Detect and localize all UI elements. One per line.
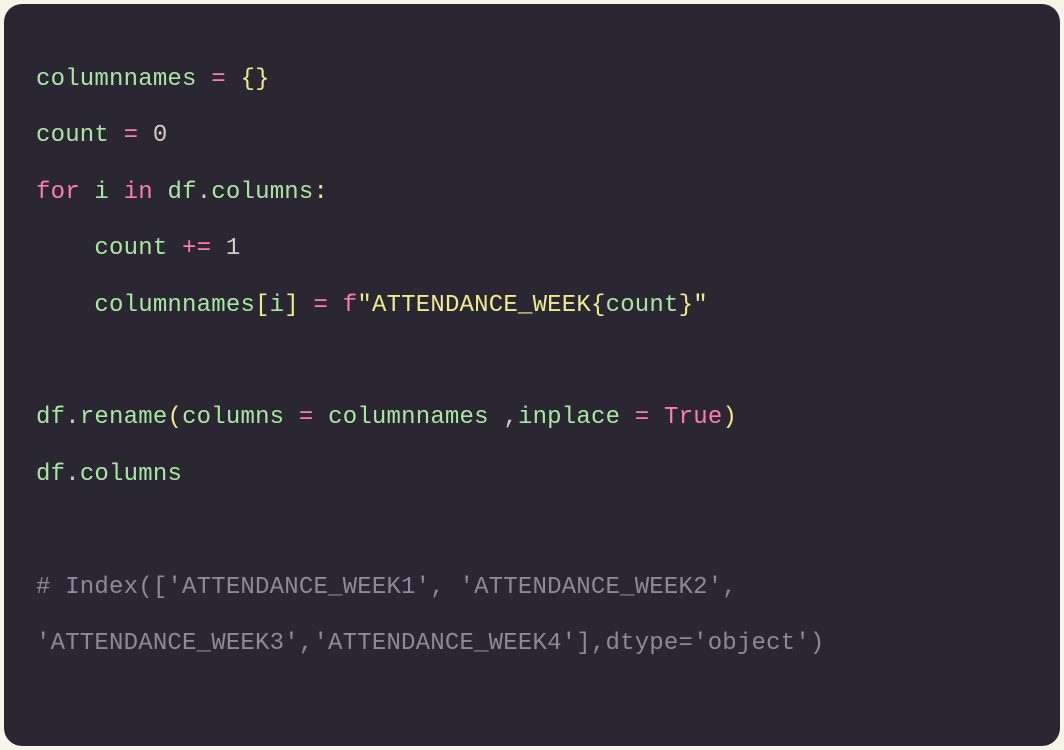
code-content: columnnames = {} count = 0 for i in df.c… <box>36 52 1028 672</box>
brace-close: } <box>255 66 270 93</box>
identifier: i <box>270 292 285 319</box>
brace-open: { <box>240 66 255 93</box>
bracket-close: ] <box>284 292 299 319</box>
method: rename <box>80 404 168 431</box>
f-prefix: f <box>343 292 358 319</box>
number: 0 <box>153 122 168 149</box>
identifier: columnnames <box>94 292 255 319</box>
colon: : <box>314 179 329 206</box>
attribute: columns <box>80 461 182 488</box>
keyword-true: True <box>664 404 722 431</box>
identifier: df <box>167 179 196 206</box>
operator: += <box>182 235 211 262</box>
operator: = <box>124 122 139 149</box>
identifier: i <box>94 179 109 206</box>
attribute: columns <box>211 179 313 206</box>
comma: , <box>503 404 518 431</box>
string-quote: " <box>357 292 372 319</box>
number: 1 <box>226 235 241 262</box>
indent <box>36 292 94 319</box>
identifier: df <box>36 461 65 488</box>
identifier: columnnames <box>328 404 489 431</box>
kwarg: columns <box>182 404 284 431</box>
keyword-for: for <box>36 179 80 206</box>
comment-line: # Index(['ATTENDANCE_WEEK1', 'ATTENDANCE… <box>36 574 737 601</box>
fstring-brace-open: { <box>591 292 606 319</box>
identifier: count <box>606 292 679 319</box>
paren-close: ) <box>722 404 737 431</box>
operator: = <box>635 404 650 431</box>
dot: . <box>65 404 80 431</box>
fstring-brace-close: } <box>679 292 694 319</box>
bracket-open: [ <box>255 292 270 319</box>
identifier: count <box>36 122 109 149</box>
operator: = <box>299 404 314 431</box>
identifier: count <box>94 235 167 262</box>
kwarg: inplace <box>518 404 620 431</box>
identifier: df <box>36 404 65 431</box>
dot: . <box>65 461 80 488</box>
string-literal: ATTENDANCE_WEEK <box>372 292 591 319</box>
operator: = <box>314 292 329 319</box>
code-block: columnnames = {} count = 0 for i in df.c… <box>4 4 1060 746</box>
operator: = <box>211 66 226 93</box>
identifier: columnnames <box>36 66 197 93</box>
comment-line: 'ATTENDANCE_WEEK3','ATTENDANCE_WEEK4'],d… <box>36 630 825 657</box>
indent <box>36 235 94 262</box>
dot: . <box>197 179 212 206</box>
keyword-in: in <box>124 179 153 206</box>
paren-open: ( <box>167 404 182 431</box>
string-quote: " <box>693 292 708 319</box>
